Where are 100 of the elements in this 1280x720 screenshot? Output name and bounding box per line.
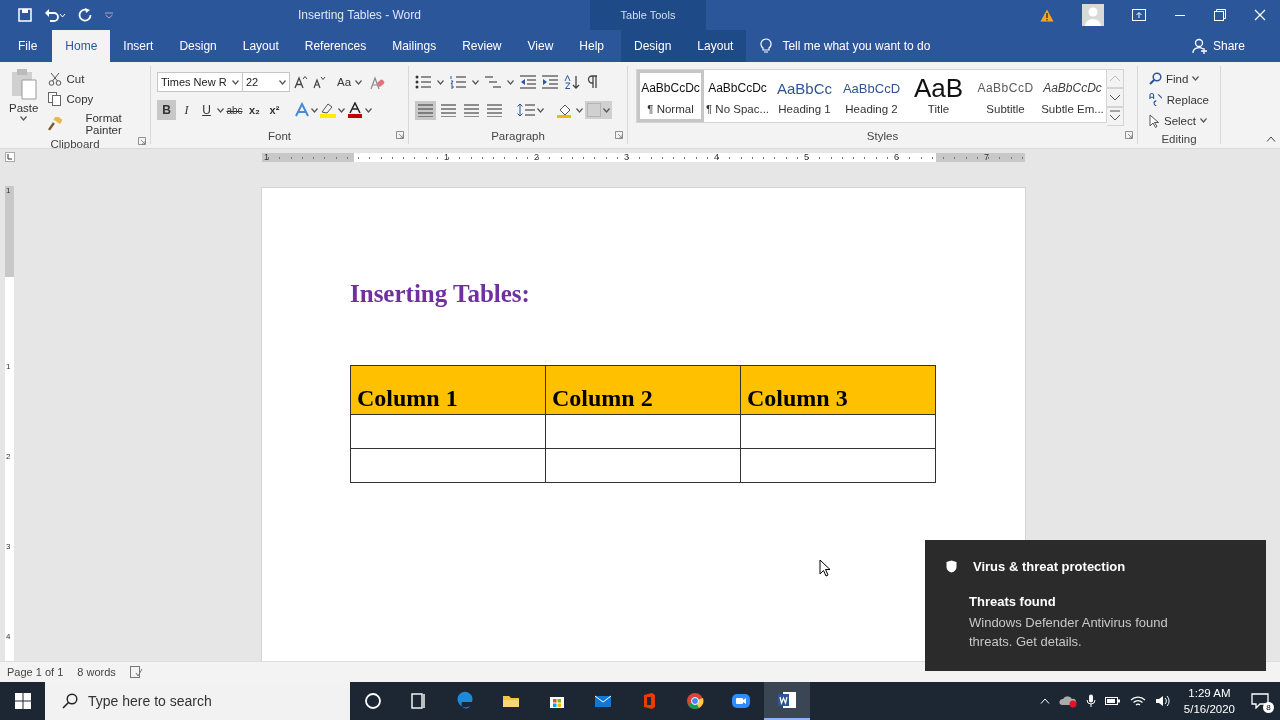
format-painter-button[interactable]: Format Painter [45, 110, 144, 138]
horizontal-ruler[interactable]: 1 1 2 3 4 5 6 7 [262, 153, 1025, 162]
ribbon-tab[interactable]: Mailings [379, 30, 450, 62]
restore-icon[interactable] [1214, 9, 1226, 21]
ribbon-tab[interactable]: Layout [684, 30, 747, 62]
ribbon-tab[interactable]: File [0, 30, 53, 62]
style-gallery-item[interactable]: AaBbCcD Subtitle [972, 70, 1039, 122]
save-icon[interactable] [18, 8, 32, 22]
taskbar-search-field[interactable]: Type here to search [45, 682, 350, 720]
dialog-launcher-icon[interactable] [615, 131, 623, 139]
cut-button[interactable]: Cut [45, 70, 144, 88]
underline-button[interactable]: U [197, 100, 216, 120]
caret-icon[interactable] [472, 79, 479, 85]
redo-icon[interactable] [78, 8, 92, 22]
font-name-field[interactable]: Times New R [157, 72, 243, 92]
caret-icon[interactable] [537, 107, 544, 113]
style-gallery-item[interactable]: AaBbCcDc ¶ Normal [637, 70, 704, 122]
shading-icon[interactable] [556, 102, 574, 118]
ribbon-tab[interactable]: Home [52, 30, 111, 62]
volume-icon[interactable] [1154, 695, 1171, 707]
microphone-icon[interactable] [1085, 694, 1096, 708]
strike-button[interactable]: abc [225, 100, 244, 120]
lightbulb-icon[interactable] [760, 38, 773, 54]
ribbon-tab[interactable]: Review [449, 30, 515, 62]
tab-selector-icon[interactable] [5, 151, 15, 162]
change-case-button[interactable]: Aa [334, 74, 366, 90]
caret-icon[interactable] [279, 79, 286, 85]
vertical-ruler[interactable]: 1 1 2 3 4 [5, 186, 14, 661]
ribbon-tab[interactable]: Layout [229, 30, 292, 62]
caret-icon[interactable] [603, 107, 610, 113]
pilcrow-icon[interactable] [586, 75, 598, 89]
ribbon-tab[interactable]: View [514, 30, 567, 62]
caret-icon[interactable] [232, 79, 239, 85]
close-icon[interactable] [1254, 9, 1266, 21]
font-color-icon[interactable] [346, 102, 364, 118]
style-gallery-item[interactable]: AaBbCcD Heading 2 [838, 70, 905, 122]
text-effects-icon[interactable] [294, 102, 310, 118]
find-button[interactable]: Find [1146, 68, 1212, 89]
ribbon-display-icon[interactable] [1132, 9, 1146, 21]
caret-icon[interactable] [507, 79, 514, 85]
highlighter-icon[interactable] [319, 102, 337, 118]
undo-icon[interactable] [44, 8, 66, 22]
tell-me-field[interactable]: Tell me what you want to do [782, 39, 931, 53]
word-count[interactable]: 8 words [77, 666, 116, 678]
caret-icon[interactable] [437, 79, 444, 85]
clear-formatting-icon[interactable] [369, 74, 386, 90]
numbering-icon[interactable] [450, 75, 466, 89]
warning-icon[interactable] [1040, 8, 1054, 22]
align-right-icon[interactable] [464, 103, 479, 117]
increase-indent-icon[interactable] [542, 75, 558, 89]
style-gallery-item[interactable]: AaBbCcDc ¶ No Spac... [704, 70, 771, 122]
show-hidden-icon[interactable] [1039, 698, 1050, 704]
sup-button[interactable]: x² [265, 100, 284, 120]
sort-icon[interactable] [564, 75, 580, 89]
replace-button[interactable]: Replace [1146, 89, 1212, 110]
caret-icon[interactable] [338, 107, 345, 113]
caret-icon[interactable] [217, 107, 224, 113]
proofing-icon[interactable] [129, 666, 143, 678]
customize-icon[interactable] [104, 11, 114, 19]
select-button[interactable]: Select [1146, 110, 1212, 131]
battery-icon[interactable] [1104, 695, 1121, 707]
notification-message[interactable]: Windows Defender Antivirus found threats. Get details. [969, 613, 1199, 651]
justify-icon[interactable] [487, 103, 502, 117]
caret-icon[interactable] [576, 107, 583, 113]
ribbon-tab[interactable]: Design [166, 30, 230, 62]
person-add-icon[interactable] [1191, 38, 1208, 54]
caret-icon[interactable] [20, 116, 28, 121]
italic-button[interactable]: I [177, 100, 196, 120]
share-button[interactable]: Share [1178, 30, 1258, 62]
caret-icon[interactable] [355, 79, 363, 85]
clock-date[interactable]: 5/16/2020 [1183, 701, 1235, 717]
grow-font-icon[interactable] [294, 75, 308, 89]
wifi-icon[interactable] [1129, 695, 1146, 707]
video-call-icon[interactable] [731, 691, 751, 711]
dialog-launcher-icon[interactable] [396, 131, 404, 139]
caret-icon[interactable] [1199, 118, 1207, 123]
page-count[interactable]: Page 1 of 1 [7, 666, 64, 678]
notification-icon[interactable] [1251, 693, 1269, 709]
clock-time[interactable]: 1:29 AM [1188, 685, 1231, 701]
expand-gallery-icon[interactable] [1107, 107, 1124, 126]
style-gallery-item[interactable]: AaBbCc Heading 1 [771, 70, 838, 122]
multilevel-list-icon[interactable] [485, 75, 501, 89]
chrome-icon[interactable] [685, 691, 705, 711]
decrease-indent-icon[interactable] [520, 75, 536, 89]
style-gallery-item[interactable]: AaB Title [905, 70, 972, 122]
align-center-icon[interactable] [441, 103, 456, 117]
bold-button[interactable]: B [157, 100, 176, 120]
collapse-ribbon-icon[interactable] [1266, 136, 1276, 142]
copy-button[interactable]: Copy [45, 90, 144, 108]
line-spacing-icon[interactable] [517, 103, 535, 117]
circle-icon[interactable] [363, 691, 383, 711]
sub-button[interactable]: x₂ [245, 100, 264, 120]
dialog-launcher-icon[interactable] [1125, 131, 1133, 139]
ribbon-tab[interactable]: References [291, 30, 380, 62]
ribbon-tab[interactable]: Help [566, 30, 617, 62]
word-icon[interactable] [777, 690, 797, 710]
windows-start-icon[interactable] [14, 693, 31, 709]
cloud-icon[interactable] [1058, 694, 1077, 708]
bullets-icon[interactable] [415, 75, 431, 89]
dialog-launcher-icon[interactable] [138, 137, 146, 145]
